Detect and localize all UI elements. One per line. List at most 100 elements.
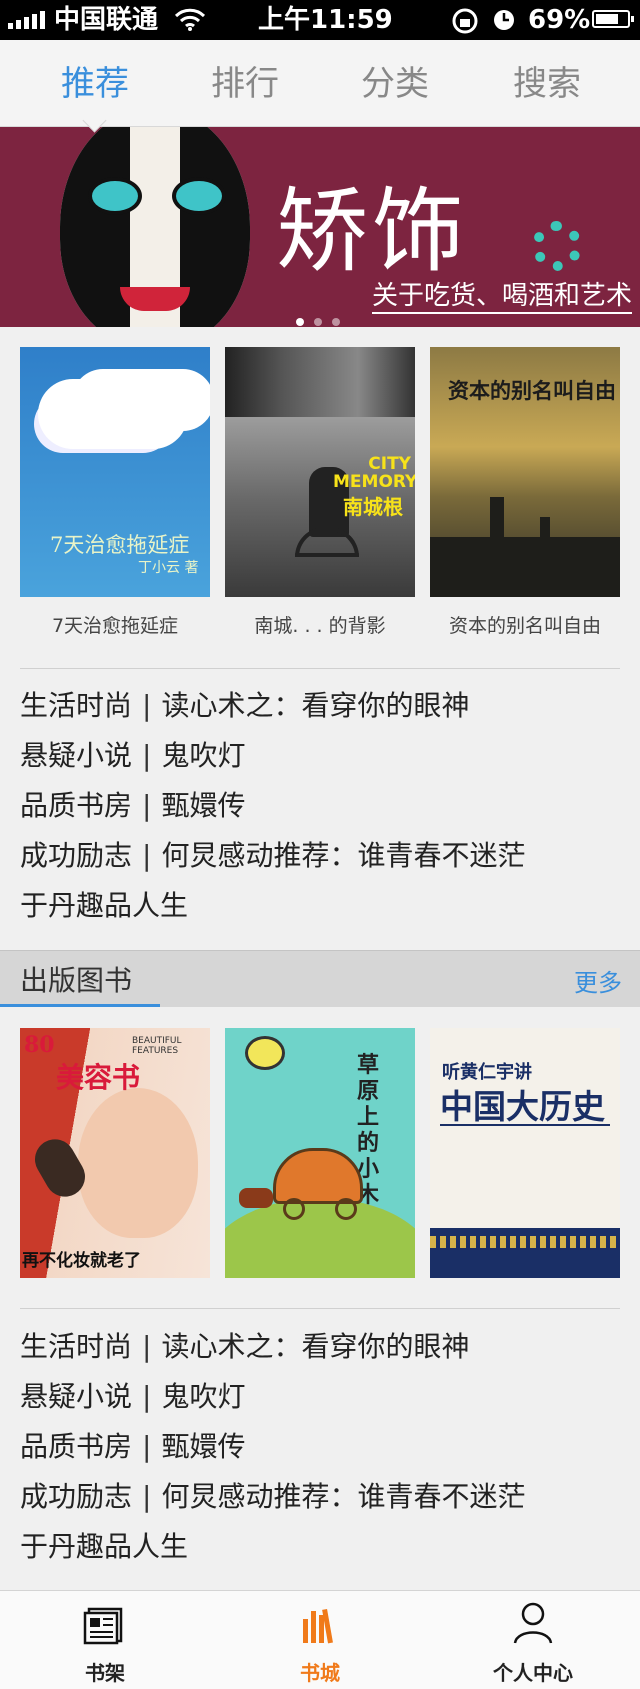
book-card[interactable]: 资本的别名叫自由 资本的别名叫自由 [430, 347, 620, 638]
nav-label: 个人中心 [493, 1661, 573, 1685]
list-item[interactable]: 成功励志 | 何炅感动推荐：谁青春不迷茫 [20, 1472, 620, 1522]
battery-icon [592, 10, 634, 28]
nav-bookshelf[interactable]: 书架 [25, 1591, 185, 1689]
tab-category[interactable]: 分类 [315, 64, 475, 104]
item-title: 于丹趣品人生 [20, 889, 189, 922]
user-icon [513, 1602, 553, 1644]
book-card[interactable]: 草原上的小木屋 [225, 1028, 415, 1278]
separator: | [142, 839, 152, 872]
book-cover[interactable]: 草原上的小木屋 [225, 1028, 415, 1278]
alarm-icon [494, 10, 514, 30]
list-item[interactable]: 于丹趣品人生 [20, 881, 620, 931]
item-category: 成功励志 [20, 839, 133, 872]
nav-label: 书架 [85, 1661, 125, 1685]
separator: | [142, 739, 152, 772]
item-title: 读心术之：看穿你的眼神 [161, 1330, 470, 1363]
item-category: 悬疑小说 [20, 739, 133, 772]
list-item[interactable]: 悬疑小说 | 鬼吹灯 [20, 1372, 620, 1422]
list-item[interactable]: 品质书房 | 甄嬛传 [20, 1422, 620, 1472]
item-title: 鬼吹灯 [161, 739, 246, 772]
separator: | [142, 689, 152, 722]
nav-label: 书城 [300, 1661, 340, 1685]
separator: | [142, 1330, 152, 1363]
cover-author: 丁小云 著 [138, 560, 199, 576]
rotation-lock-icon [452, 8, 478, 34]
cover-title-en: CITY MEMORY [333, 454, 415, 492]
list-item[interactable]: 生活时尚 | 读心术之：看穿你的眼神 [20, 681, 620, 731]
bottom-nav: 书架 书城 个人中心 [0, 1590, 640, 1689]
published-list: 生活时尚 | 读心术之：看穿你的眼神 悬疑小说 | 鬼吹灯 品质书房 | 甄嬛传 成功励志 |… [20, 1322, 620, 1572]
nav-bookstore[interactable]: 书城 [240, 1591, 400, 1689]
book-caption: 7天治愈拖延症 [51, 615, 179, 637]
tab-recommend[interactable]: 推荐 [15, 64, 175, 104]
wifi-icon [174, 8, 206, 31]
banner-subtitle: 关于吃货、喝酒和艺术 [372, 275, 633, 314]
cover-title: 7天治愈拖延症 [50, 533, 190, 557]
carrier-label: 中国联通 [54, 5, 159, 35]
book-cover[interactable]: 7天治愈拖延症 丁小云 著 [20, 347, 210, 597]
pager-dot[interactable] [332, 318, 340, 326]
item-category: 生活时尚 [20, 689, 133, 722]
cover-top-text: BEAUTIFUL FEATURES [132, 1036, 182, 1056]
list-item[interactable]: 于丹趣品人生 [20, 1522, 620, 1572]
flower-icon [532, 221, 582, 271]
bookstore-icon [303, 1608, 333, 1644]
section-title: 出版图书 [20, 964, 133, 997]
separator: | [142, 789, 152, 822]
cover-title: 美容书 [56, 1061, 141, 1094]
section-underline [0, 1004, 160, 1007]
item-category: 成功励志 [20, 1480, 133, 1513]
book-caption: 南城. . . 的背影 [254, 615, 386, 637]
item-title: 甄嬛传 [161, 1430, 246, 1463]
banner-face-image [60, 127, 250, 327]
item-title: 甄嬛传 [161, 789, 246, 822]
banner[interactable]: 矫饰 关于吃货、喝酒和艺术 [0, 127, 640, 327]
clock: 上午11:59 [258, 5, 393, 35]
book-cover[interactable]: 80 BEAUTIFUL FEATURES 美容书 再不化妆就老了 [20, 1028, 210, 1278]
list-item[interactable]: 悬疑小说 | 鬼吹灯 [20, 731, 620, 781]
more-link[interactable]: 更多 [574, 963, 622, 998]
cover-title: 中国大历史 [440, 1087, 605, 1126]
item-title: 何炅感动推荐：谁青春不迷茫 [161, 839, 526, 872]
tab-search[interactable]: 搜索 [467, 64, 627, 104]
book-cover[interactable]: 资本的别名叫自由 [430, 347, 620, 597]
book-card[interactable]: 7天治愈拖延症 丁小云 著 7天治愈拖延症 [20, 347, 210, 638]
divider [20, 668, 620, 669]
book-card[interactable]: CITY MEMORY 南城根 南城. . . 的背影 [225, 347, 415, 638]
cover-title: 南城根 [343, 495, 403, 519]
pager-dot[interactable] [296, 318, 304, 326]
book-cover[interactable]: CITY MEMORY 南城根 [225, 347, 415, 597]
item-category: 品质书房 [20, 1430, 133, 1463]
section-header: 出版图书 更多 [0, 950, 640, 1007]
item-title: 读心术之：看穿你的眼神 [161, 689, 470, 722]
list-item[interactable]: 品质书房 | 甄嬛传 [20, 781, 620, 831]
bookshelf-icon [83, 1607, 123, 1645]
book-card[interactable]: 80 BEAUTIFUL FEATURES 美容书 再不化妆就老了 [20, 1028, 210, 1278]
list-item[interactable]: 生活时尚 | 读心术之：看穿你的眼神 [20, 1322, 620, 1372]
item-title: 于丹趣品人生 [20, 1530, 189, 1563]
cover-subtitle: 再不化妆就老了 [22, 1251, 141, 1271]
recommend-list: 生活时尚 | 读心术之：看穿你的眼神 悬疑小说 | 鬼吹灯 品质书房 | 甄嬛传 成功励志 |… [20, 681, 620, 931]
divider [20, 1308, 620, 1309]
separator: | [142, 1430, 152, 1463]
pager-dot[interactable] [314, 318, 322, 326]
battery-percent: 69% [528, 5, 591, 35]
item-category: 品质书房 [20, 789, 133, 822]
cover-title: 资本的别名叫自由 [448, 378, 616, 403]
list-item[interactable]: 成功励志 | 何炅感动推荐：谁青春不迷茫 [20, 831, 620, 881]
banner-title: 矫饰 [276, 178, 469, 285]
banner-pager[interactable] [296, 311, 350, 327]
nav-profile[interactable]: 个人中心 [453, 1591, 613, 1689]
item-title: 何炅感动推荐：谁青春不迷茫 [161, 1480, 526, 1513]
item-category: 生活时尚 [20, 1330, 133, 1363]
book-card[interactable]: 听黄仁宇讲 中国大历史 [430, 1028, 620, 1278]
status-bar: 中国联通 上午11:59 69% [0, 0, 640, 40]
signal-icon [8, 11, 46, 29]
separator: | [142, 1380, 152, 1413]
tab-ranking[interactable]: 排行 [165, 64, 325, 104]
separator: | [142, 1480, 152, 1513]
item-title: 鬼吹灯 [161, 1380, 246, 1413]
item-category: 悬疑小说 [20, 1380, 133, 1413]
book-cover[interactable]: 听黄仁宇讲 中国大历史 [430, 1028, 620, 1278]
book-caption: 资本的别名叫自由 [448, 615, 601, 637]
